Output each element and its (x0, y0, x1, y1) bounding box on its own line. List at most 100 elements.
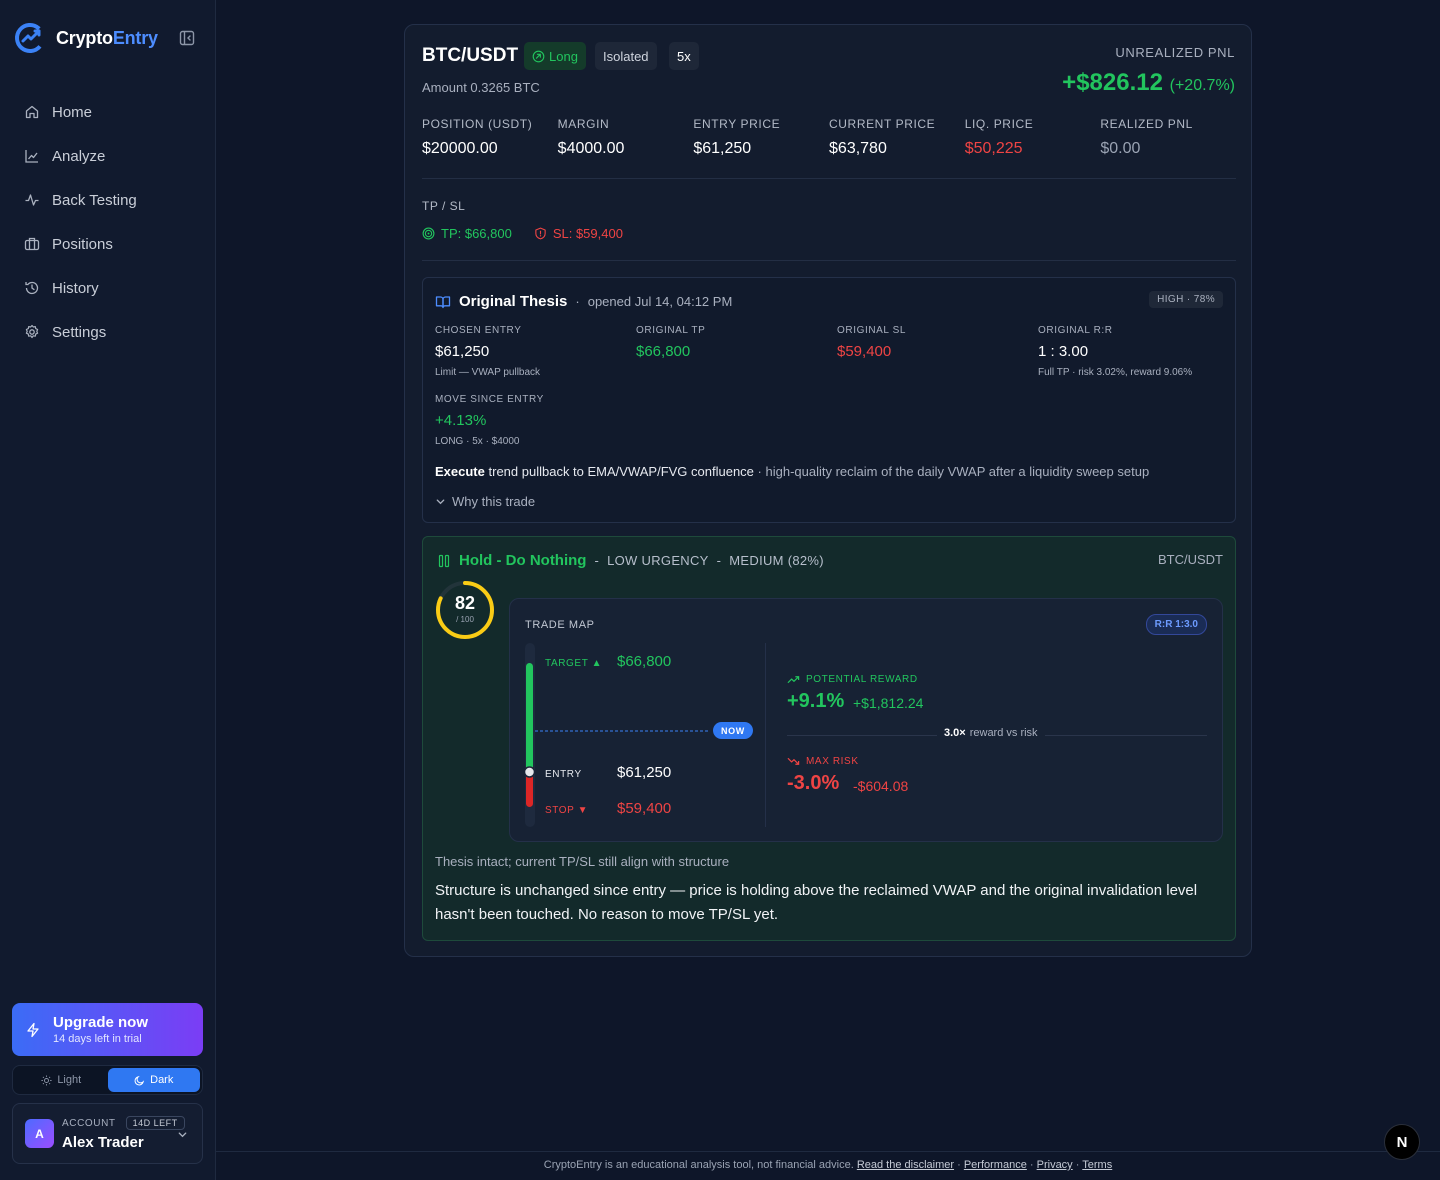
footer-link-disclaimer[interactable]: Read the disclaimer (857, 1159, 954, 1171)
dev-tools-button[interactable]: N (1384, 1124, 1420, 1160)
sidebar-item-back-testing[interactable]: Back Testing (12, 180, 204, 220)
upgrade-subtitle: 14 days left in trial (53, 1033, 142, 1045)
upgrade-button[interactable]: Upgrade now 14 days left in trial (12, 1003, 203, 1056)
sidebar-item-analyze[interactable]: Analyze (12, 136, 204, 176)
theme-dark-button[interactable]: Dark (107, 1068, 200, 1092)
why-this-trade-toggle[interactable]: Why this trade (435, 494, 535, 509)
side-badge: Long (524, 42, 586, 70)
position-stats: POSITION (USDT) $20000.00 MARGIN $4000.00 … (422, 117, 1236, 158)
stat-current-price: CURRENT PRICE $63,780 (829, 117, 936, 157)
margin-mode-badge: Isolated (595, 42, 657, 70)
collapse-sidebar-icon[interactable] (179, 30, 195, 46)
stop-label: STOP ▼ (545, 805, 589, 816)
sidebar-item-label: Analyze (52, 147, 106, 165)
sidebar-item-home[interactable]: Home (12, 92, 204, 132)
chevron-down-icon (436, 499, 445, 505)
target-icon (422, 227, 435, 240)
sidebar-item-label: History (52, 279, 99, 297)
now-marker: NOW (713, 722, 753, 739)
map-divider (765, 643, 766, 827)
advice-pair: BTC/USDT (1158, 552, 1223, 567)
chart-line-icon (25, 150, 38, 163)
home-icon (25, 105, 39, 119)
logo-icon (15, 23, 45, 53)
sidebar-item-positions[interactable]: Positions (12, 224, 204, 264)
pause-icon (438, 554, 450, 567)
footer-link-privacy[interactable]: Privacy (1037, 1159, 1073, 1171)
avatar: A (25, 1119, 54, 1148)
arrow-up-circle-icon (532, 50, 545, 62)
trade-map-title: TRADE MAP (525, 619, 595, 631)
entry-label: ENTRY (545, 769, 582, 780)
theme-light-button[interactable]: Light (15, 1068, 108, 1092)
theme-dark-label: Dark (150, 1074, 174, 1086)
footer-link-terms[interactable]: Terms (1082, 1159, 1112, 1171)
book-open-icon (435, 295, 451, 308)
position-card: BTC/USDT Long Isolated 5x Amount 0.3265 … (404, 24, 1252, 957)
original-thesis-panel: Original Thesis · opened Jul 14, 04:12 P… (422, 277, 1236, 523)
upgrade-title: Upgrade now (53, 1014, 149, 1031)
trending-up-icon (787, 676, 800, 684)
gear-icon (25, 324, 39, 339)
thesis-move-since-entry: MOVE SINCE ENTRY +4.13% LONG · 5x · $4000 (435, 394, 544, 447)
score-gauge: 82 / 100 (434, 579, 496, 641)
divider (422, 260, 1236, 261)
trial-badge: 14D LEFT (125, 1116, 185, 1130)
account-name: Alex Trader (62, 1134, 144, 1151)
thesis-opened: opened Jul 14, 04:12 PM (587, 294, 733, 309)
stat-entry-price: ENTRY PRICE $61,250 (693, 117, 781, 157)
advice-header: Hold - Do Nothing - LOW URGENCY - MEDIUM… (437, 552, 824, 569)
score-value: 82 (454, 593, 476, 613)
activity-icon (25, 194, 39, 206)
sidebar-item-label: Settings (52, 323, 107, 341)
thesis-chosen-entry: CHOSEN ENTRY $61,250 Limit — VWAP pullback (435, 325, 541, 378)
tpsl-row: TP: $66,800 SL: $59,400 (422, 226, 623, 241)
thesis-original-tp: ORIGINAL TP $66,800 (636, 325, 706, 360)
position-amount: Amount 0.3265 BTC (422, 80, 540, 95)
target-price: $66,800 (617, 653, 672, 670)
theme-light-label: Light (57, 1074, 82, 1086)
thesis-summary: Execute trend pullback to EMA/VWAP/FVG c… (435, 464, 1150, 479)
thesis-dot: · (575, 294, 580, 309)
theme-toggle: Light Dark (12, 1065, 203, 1095)
advice-sep: - (594, 553, 600, 568)
footer-link-performance[interactable]: Performance (964, 1159, 1027, 1171)
sidebar: CryptoEntry Home Analyze Back Testing Po… (0, 0, 216, 1180)
advice-status: Thesis intact; current TP/SL still align… (435, 854, 730, 869)
sidebar-item-settings[interactable]: Settings (12, 312, 204, 352)
thesis-confidence-badge: HIGH · 78% (1149, 291, 1223, 308)
brand-name: CryptoEntry (56, 27, 158, 48)
advice-urgency: LOW URGENCY (607, 553, 709, 568)
lightning-icon (27, 1022, 39, 1037)
briefcase-icon (24, 237, 40, 251)
trending-down-icon (787, 757, 800, 765)
footer-sep: · (1075, 1159, 1080, 1171)
target-label: TARGET ▲ (545, 658, 603, 669)
advice-panel: Hold - Do Nothing - LOW URGENCY - MEDIUM… (422, 536, 1236, 941)
moon-icon (134, 1075, 145, 1085)
stop-price: $59,400 (617, 800, 672, 817)
thesis-title: Original Thesis (459, 293, 568, 310)
footer-divider (216, 1151, 1440, 1152)
account-menu[interactable]: A ACCOUNT 14D LEFT Alex Trader (12, 1103, 203, 1164)
sun-icon (41, 1074, 52, 1086)
risk-pct: -3.0% (787, 772, 840, 794)
sidebar-nav: Home Analyze Back Testing Positions Hist… (12, 92, 204, 356)
unrealized-pnl-value: +$826.12 (+20.7%) (1062, 69, 1235, 96)
risk-usd: -$604.08 (853, 778, 909, 794)
brand[interactable]: CryptoEntry (14, 22, 158, 54)
risk-label: MAX RISK (787, 755, 859, 768)
history-icon (25, 281, 39, 295)
reward-label: POTENTIAL REWARD (787, 673, 918, 686)
entry-price: $61,250 (617, 764, 672, 781)
reward-usd: +$1,812.24 (853, 695, 924, 711)
score-max: / 100 (456, 615, 474, 624)
sidebar-item-label: Positions (52, 235, 113, 253)
thesis-original-sl: ORIGINAL SL $59,400 (837, 325, 907, 360)
unrealized-pnl-label: UNREALIZED PNL (1115, 45, 1235, 60)
sidebar-item-history[interactable]: History (12, 268, 204, 308)
stop-loss: SL: $59,400 (534, 226, 623, 241)
footer: CryptoEntry is an educational analysis t… (216, 1159, 1440, 1171)
take-profit: TP: $66,800 (422, 226, 512, 241)
chevron-down-icon (178, 1132, 187, 1138)
